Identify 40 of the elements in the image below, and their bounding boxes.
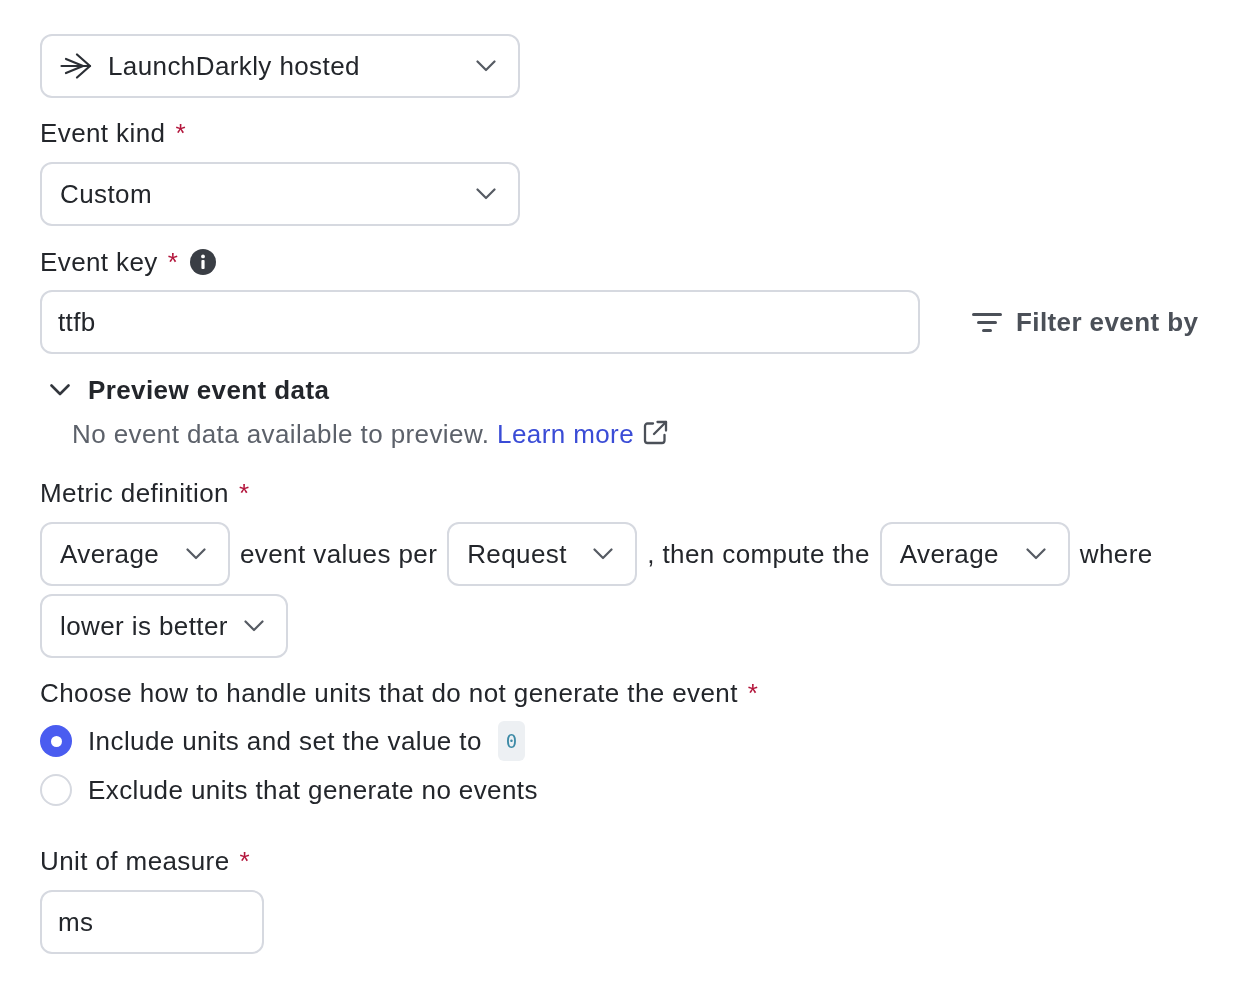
field-label: Event kind: [40, 118, 166, 148]
radio-button[interactable]: [40, 725, 72, 757]
sentence-text: , then compute the: [647, 538, 870, 570]
required-asterisk: *: [239, 846, 251, 876]
required-asterisk: *: [167, 247, 179, 277]
text-input[interactable]: ttfb: [40, 290, 920, 354]
filter-icon: [972, 312, 1002, 332]
external-link-icon: [642, 420, 669, 446]
required-asterisk: *: [175, 118, 186, 148]
learn-more-link[interactable]: Learn more: [497, 418, 669, 450]
sentence-text: event values per: [240, 538, 438, 570]
field-label: Metric definition: [40, 478, 229, 508]
preview-toggle[interactable]: Preview event data: [40, 374, 330, 406]
dropdown-select[interactable]: lower is better: [40, 594, 288, 658]
arrow-icon: [60, 53, 92, 79]
info-icon[interactable]: [190, 249, 217, 276]
required-asterisk: *: [238, 478, 250, 508]
field-label: Event key: [40, 247, 158, 277]
dropdown-select[interactable]: Custom: [40, 162, 520, 226]
dropdown-select[interactable]: Average: [879, 522, 1070, 586]
dropdown-select[interactable]: Average: [40, 522, 230, 586]
radio-button[interactable]: [40, 774, 72, 806]
field-label: Choose how to handle units that do not generate the event: [40, 678, 738, 708]
chevron-down-icon: [593, 548, 614, 560]
chevron-down-icon: [243, 620, 264, 632]
option-label: Include units and set the value to: [88, 725, 482, 757]
option-label: Exclude units that generate no events: [88, 774, 538, 806]
dropdown-select[interactable]: Request: [447, 522, 638, 586]
preview-message: No event data available to preview. Learn more: [72, 418, 1208, 450]
required-asterisk: *: [747, 678, 759, 708]
filter-button[interactable]: Filter event by: [972, 306, 1199, 338]
chevron-down-icon: [1025, 548, 1046, 560]
sentence-text: where: [1079, 538, 1153, 570]
text-input[interactable]: ms: [40, 890, 264, 954]
code-value: 0: [497, 721, 526, 761]
chevron-down-icon: [186, 548, 206, 560]
dropdown-select[interactable]: LaunchDarkly hosted: [40, 34, 520, 98]
chevron-down-icon: [476, 60, 496, 72]
field-label: Unit of measure: [40, 846, 230, 876]
chevron-down-icon: [476, 188, 496, 200]
